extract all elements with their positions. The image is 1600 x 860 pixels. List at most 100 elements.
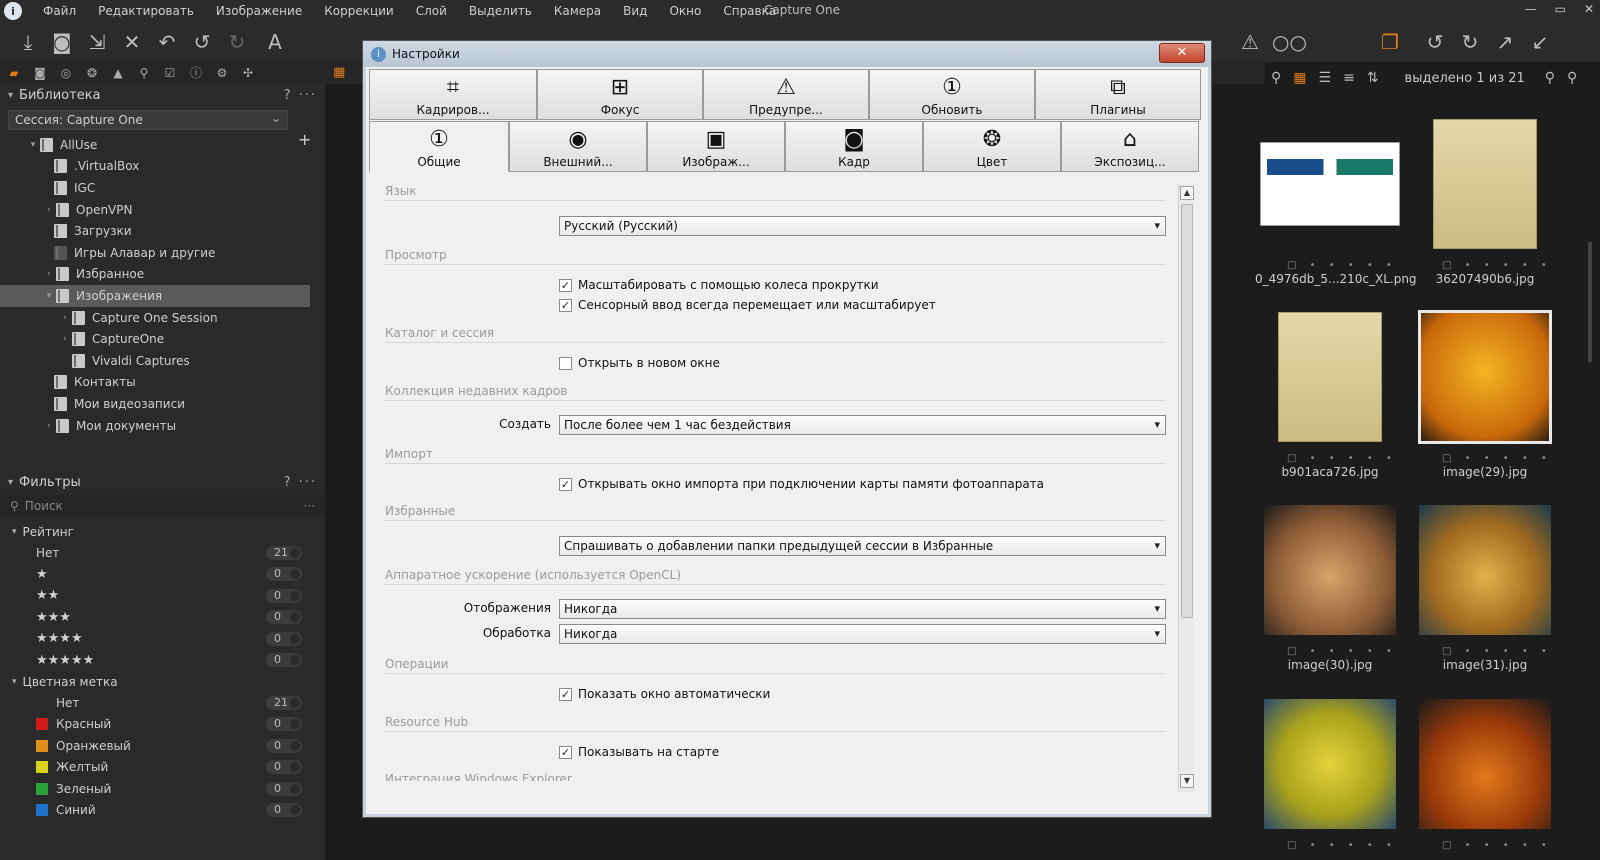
checkbox-checked[interactable]: ✓ [559,687,572,701]
list-view-icon[interactable]: ☰ [1319,70,1332,86]
tree-item[interactable]: Vivaldi Captures [0,350,310,372]
dialog-titlebar[interactable]: i Настройки ✕ [363,41,1211,67]
tab-image[interactable]: ▣ Изображ... [647,121,785,172]
tab-appearance[interactable]: ◉ Внешний... [509,121,647,172]
session-dropdown[interactable]: Сессия: Capture One [8,109,288,130]
text-tool-icon[interactable]: A [263,30,287,54]
tree-item[interactable]: › Избранное [0,264,310,286]
close-window-icon[interactable]: ✕ [1584,2,1594,16]
color-filter-row[interactable]: Синий 0 [0,800,310,822]
tab-update[interactable]: ① Обновить [869,69,1035,120]
show-window-auto-checkbox[interactable]: ✓ Показать окно автоматически [559,687,770,701]
thumbnail[interactable]: □ • • • • • 36207490b6.jpg [1410,114,1560,304]
color-filter-row[interactable]: Нет 21 [0,692,310,714]
scroll-down-icon[interactable]: ▼ [1180,774,1194,788]
tab-general[interactable]: ① Общие [369,121,509,172]
thumbnail[interactable]: □ • • • • • image(31).jpg [1410,500,1560,690]
rating-dots[interactable]: □ • • • • • [1287,840,1397,851]
thumbnail[interactable]: □ • • • • • b901aca726.jpg [1255,307,1405,497]
batch-tab-icon[interactable]: ✣ [240,65,256,81]
dialog-scrollbar[interactable]: ▲ ▼ [1178,184,1194,792]
rating-filter-row[interactable]: ★ 0 [0,564,310,586]
grid-view-icon[interactable]: ▦ [1293,70,1306,86]
checkbox-checked[interactable]: ✓ [559,477,572,491]
hw-display-select[interactable]: Никогда [559,599,1166,619]
menu-layer[interactable]: Слой [405,0,458,22]
import-on-card-checkbox[interactable]: ✓ Открывать окно импорта при подключении … [559,477,1044,491]
thumbnail[interactable]: □ • • • • • [1255,694,1405,860]
lens-tab-icon[interactable]: ◎ [58,65,74,81]
panel-menu-icon[interactable]: ? ··· [284,88,317,103]
tab-color[interactable]: ❂ Цвет [923,121,1061,172]
tab-exposure[interactable]: ⌂ Экспозиц... [1061,121,1199,172]
tree-item-selected[interactable]: ▾ Изображения [0,285,310,307]
favorites-select[interactable]: Спрашивать о добавлении папки предыдущей… [559,536,1166,556]
rotate-right-icon[interactable]: ↻ [1458,30,1482,54]
menu-view[interactable]: Вид [612,0,658,22]
expand-icon[interactable]: ↗ [1493,30,1517,54]
checkbox-checked[interactable]: ✓ [559,298,572,312]
thumbnail[interactable]: □ • • • • • 0_4976db_5...210c_XL.png [1255,114,1417,304]
scroll-up-icon[interactable]: ▲ [1180,186,1194,200]
minimize-icon[interactable]: — [1525,2,1537,16]
rating-dots[interactable]: □ • • • • • [1442,840,1552,851]
browser-scrollbar[interactable] [1588,242,1592,362]
tab-capture[interactable]: ◙ Кадр [785,121,923,172]
menu-edit[interactable]: Редактировать [87,0,205,22]
zoom-thumbs-icon[interactable]: ⚲ [1545,70,1555,86]
tab-warnings[interactable]: ⚠ Предупре... [703,69,869,120]
rating-dots[interactable]: □ • • • • • [1442,260,1552,271]
thumbnail-selected[interactable]: □ • • • • • image(29).jpg [1410,307,1560,497]
color-filter-row[interactable]: Красный 0 [0,714,310,736]
tree-item[interactable]: › Capture One Session [0,307,310,329]
rating-filter-row[interactable]: ★★★★ 0 [0,628,310,650]
filmstrip-view-icon[interactable]: ≡ [1343,70,1355,86]
rating-dots[interactable]: □ • • • • • [1287,260,1397,271]
tab-plugins[interactable]: ⧉ Плагины [1035,69,1201,120]
rating-dots[interactable]: □ • • • • • [1442,646,1552,657]
rating-dots[interactable]: □ • • • • • [1287,453,1397,464]
adjust-tab-icon[interactable]: ☑ [162,65,178,81]
menu-window[interactable]: Окно [658,0,712,22]
color-tab-icon[interactable]: ❂ [84,65,100,81]
open-new-window-checkbox[interactable]: Открыть в новом окне [559,356,720,370]
redo-icon[interactable]: ↻ [225,30,249,54]
warning-icon[interactable]: ⚠ [1238,30,1262,54]
thumbnail[interactable]: □ • • • • • [1410,694,1560,860]
tree-item[interactable]: Игры Алавар и другие [0,242,310,264]
color-filter-row[interactable]: Оранжевый 0 [0,735,310,757]
scroll-thumb[interactable] [1181,204,1193,618]
undo-adjust-icon[interactable]: ↺ [190,30,214,54]
touch-input-checkbox[interactable]: ✓ Сенсорный ввод всегда перемещает или ма… [559,298,936,312]
details-tab-icon[interactable]: ⚲ [136,65,152,81]
metadata-tab-icon[interactable]: ⓘ [188,65,204,81]
color-filter-row[interactable]: Зеленый 0 [0,778,310,800]
checkbox-checked[interactable]: ✓ [559,745,572,759]
dialog-close-button[interactable]: ✕ [1159,43,1205,63]
rotate-left-icon[interactable]: ↺ [1423,30,1447,54]
menu-image[interactable]: Изображение [205,0,313,22]
scroll-zoom-checkbox[interactable]: ✓ Масштабировать с помощью колеса прокрут… [559,278,879,292]
tab-crop[interactable]: ⌗ Кадриров... [369,69,537,120]
tree-item[interactable]: › CaptureOne [0,328,310,350]
menu-camera[interactable]: Камера [543,0,612,22]
rating-filter-row[interactable]: ★★★★★ 0 [0,650,310,672]
tree-item[interactable]: Загрузки [0,220,310,242]
recent-create-select[interactable]: После более чем 1 час бездействия [559,415,1166,435]
rating-filter-row[interactable]: Нет 21 [0,542,310,564]
tree-item[interactable]: › Мои документы [0,415,310,437]
show-on-start-checkbox[interactable]: ✓ Показывать на старте [559,745,719,759]
exposure-tab-icon[interactable]: ▲ [110,65,126,81]
tree-item[interactable]: .VirtualBox [0,156,310,178]
filter-search-input[interactable]: ⚲ Поиск ··· [0,495,325,517]
search-icon[interactable]: ⚲ [1567,70,1577,86]
search-options-icon[interactable]: ··· [304,499,315,513]
tree-item[interactable]: IGC [0,177,310,199]
menu-file[interactable]: Файл [32,0,87,22]
output-tab-icon[interactable]: ⚙ [214,65,230,81]
menu-adjustments[interactable]: Коррекции [313,0,405,22]
language-select[interactable]: Русский (Русский) [559,216,1166,236]
delete-icon[interactable]: ✕ [120,30,144,54]
undo-icon[interactable]: ↶ [155,30,179,54]
checkbox-checked[interactable]: ✓ [559,278,572,292]
